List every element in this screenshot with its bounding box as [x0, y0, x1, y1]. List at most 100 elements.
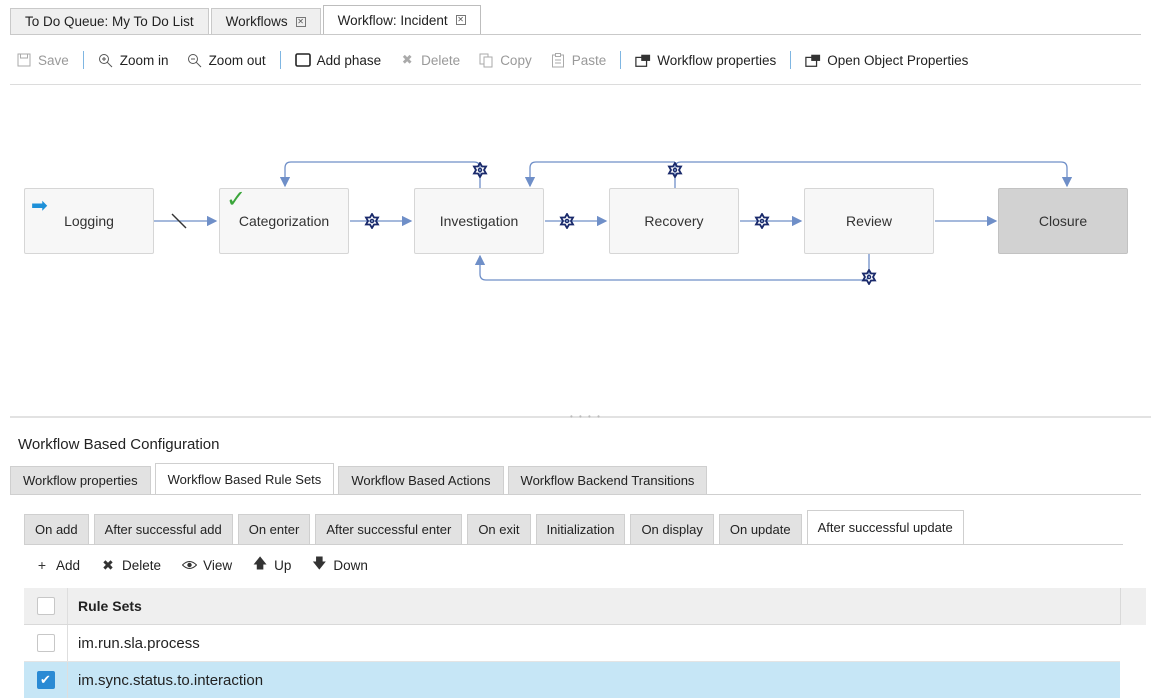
event-tabs-divider [24, 544, 1123, 545]
delete-icon: ✖ [401, 52, 413, 67]
tab-after-successful-update[interactable]: After successful update [806, 510, 964, 544]
rule-set-name: im.sync.status.to.interaction [78, 671, 264, 689]
tab-on-display[interactable]: On display [630, 514, 714, 544]
open-object-properties-button[interactable]: Open Object Properties [805, 52, 968, 68]
rule-set-name: im.run.sla.process [78, 634, 200, 652]
properties-icon [805, 52, 821, 68]
zoom-out-label: Zoom out [208, 52, 266, 68]
tab-workflow-properties[interactable]: Workflow properties [10, 466, 151, 494]
tab-label: Workflow: Incident [337, 12, 448, 28]
save-button[interactable]: Save [16, 52, 69, 68]
select-all-checkbox[interactable] [36, 597, 55, 615]
phase-label: Logging [64, 213, 114, 229]
tab-workflow-based-actions[interactable]: Workflow Based Actions [338, 466, 504, 494]
tab-todo-queue[interactable]: To Do Queue: My To Do List [10, 8, 209, 34]
add-phase-icon [294, 52, 311, 68]
view-button[interactable]: View [181, 557, 232, 573]
table-row[interactable]: im.run.sla.process [24, 625, 1120, 662]
rule-set-actions: + Add ✖ Delete View 🡅 Up 🡇 Down [34, 554, 388, 576]
start-arrow-icon: ➡ [31, 195, 48, 217]
row-checkbox[interactable] [36, 634, 55, 652]
checkmark-icon: ✓ [226, 186, 247, 213]
zoom-in-button[interactable]: Zoom in [98, 52, 169, 68]
tab-on-update[interactable]: On update [718, 514, 802, 544]
close-tab-icon[interactable]: ✕ [455, 15, 466, 25]
add-label: Add [56, 557, 81, 573]
tab-divider [10, 34, 1141, 35]
workflow-canvas[interactable]: ➡ Logging ✓ Categorization Investigation… [10, 86, 1151, 416]
plus-icon: + [37, 557, 47, 573]
zoom-in-icon [98, 52, 114, 68]
workflow-toolbar: Save Zoom in Zoom out Add phase ✖ Delete… [16, 48, 986, 72]
phase-categorization[interactable]: ✓ Categorization [219, 186, 349, 254]
add-phase-button[interactable]: Add phase [294, 52, 381, 68]
tab-on-exit[interactable]: On exit [467, 514, 531, 544]
row-checkbox[interactable]: ✔ [36, 671, 55, 689]
phase-logging[interactable]: ➡ Logging [24, 188, 154, 254]
tab-after-successful-enter[interactable]: After successful enter [315, 514, 463, 544]
config-title: Workflow Based Configuration [18, 436, 220, 453]
add-button[interactable]: + Add [34, 557, 80, 573]
table-row[interactable]: ✔ im.sync.status.to.interaction [24, 662, 1120, 698]
paste-button[interactable]: Paste [550, 52, 607, 68]
zoom-out-icon [187, 52, 203, 68]
phase-review[interactable]: Review [804, 188, 934, 254]
arrow-up-icon: 🡅 [252, 555, 268, 571]
transition-recovery-closure[interactable] [524, 161, 675, 188]
main-tabs-divider [10, 494, 1141, 495]
tab-on-add[interactable]: On add [24, 514, 89, 544]
phase-label: Investigation [439, 213, 519, 229]
close-tab-icon[interactable]: ✕ [295, 16, 306, 27]
phase-investigation[interactable]: Investigation [414, 188, 544, 254]
workflow-properties-button[interactable]: Workflow properties [635, 52, 776, 68]
down-label: Down [333, 557, 368, 573]
paste-label: Paste [571, 52, 607, 68]
copy-label: Copy [500, 52, 532, 68]
workflow-connectors [154, 161, 1073, 285]
config-main-tabs: Workflow properties Workflow Based Rule … [10, 462, 711, 494]
toolbar-separator [620, 51, 622, 69]
grid-header-row: Rule Sets [24, 588, 1120, 625]
tab-workflows[interactable]: Workflows ✕ [210, 8, 321, 34]
select-all-cell [24, 588, 68, 624]
tab-workflow-based-rule-sets[interactable]: Workflow Based Rule Sets [154, 463, 335, 494]
toolbar-separator [279, 51, 281, 69]
delete-button[interactable]: ✖ Delete [399, 52, 460, 68]
splitter-grip-icon[interactable]: • • • • [570, 412, 602, 421]
tab-on-enter[interactable]: On enter [237, 514, 311, 544]
properties-icon [635, 52, 651, 68]
phase-label: Closure [1038, 213, 1088, 229]
event-tabs: On add After successful add On enter Aft… [24, 510, 969, 544]
save-icon [16, 52, 32, 68]
phase-closure[interactable]: Closure [998, 188, 1128, 254]
transition-recovery-investigation[interactable] [674, 161, 1073, 188]
paste-icon [550, 52, 566, 68]
delete-rule-set-button[interactable]: ✖ Delete [100, 557, 161, 573]
phase-label: Review [846, 213, 892, 229]
save-label: Save [38, 52, 69, 68]
delete-label: Delete [421, 52, 461, 68]
toolbar-separator [82, 51, 84, 69]
tab-workflow-backend-transitions[interactable]: Workflow Backend Transitions [507, 466, 708, 494]
toolbar-separator [790, 51, 792, 69]
view-label: View [203, 557, 233, 573]
zoom-out-button[interactable]: Zoom out [187, 52, 266, 68]
eye-icon [181, 557, 197, 573]
transition-investigation-categorization[interactable] [279, 161, 481, 188]
row-select-cell [24, 625, 68, 661]
delete-icon: ✖ [102, 556, 114, 573]
tab-after-successful-add[interactable]: After successful add [93, 514, 233, 544]
copy-button[interactable]: Copy [478, 52, 532, 68]
tab-workflow-incident[interactable]: Workflow: Incident ✕ [322, 5, 481, 34]
phase-recovery[interactable]: Recovery [609, 188, 739, 254]
down-button[interactable]: 🡇 Down [311, 555, 368, 573]
workflow-properties-label: Workflow properties [657, 52, 777, 68]
delete-label: Delete [122, 557, 162, 573]
transition-review-investigation[interactable] [474, 254, 870, 281]
row-select-cell: ✔ [24, 662, 68, 698]
column-header-rule-sets[interactable]: Rule Sets [68, 598, 142, 614]
rule-sets-grid: Rule Sets im.run.sla.process ✔ im.sync.s… [24, 588, 1146, 698]
up-button[interactable]: 🡅 Up [252, 555, 291, 573]
tab-initialization[interactable]: Initialization [535, 514, 626, 544]
toolbar-divider [10, 84, 1141, 85]
